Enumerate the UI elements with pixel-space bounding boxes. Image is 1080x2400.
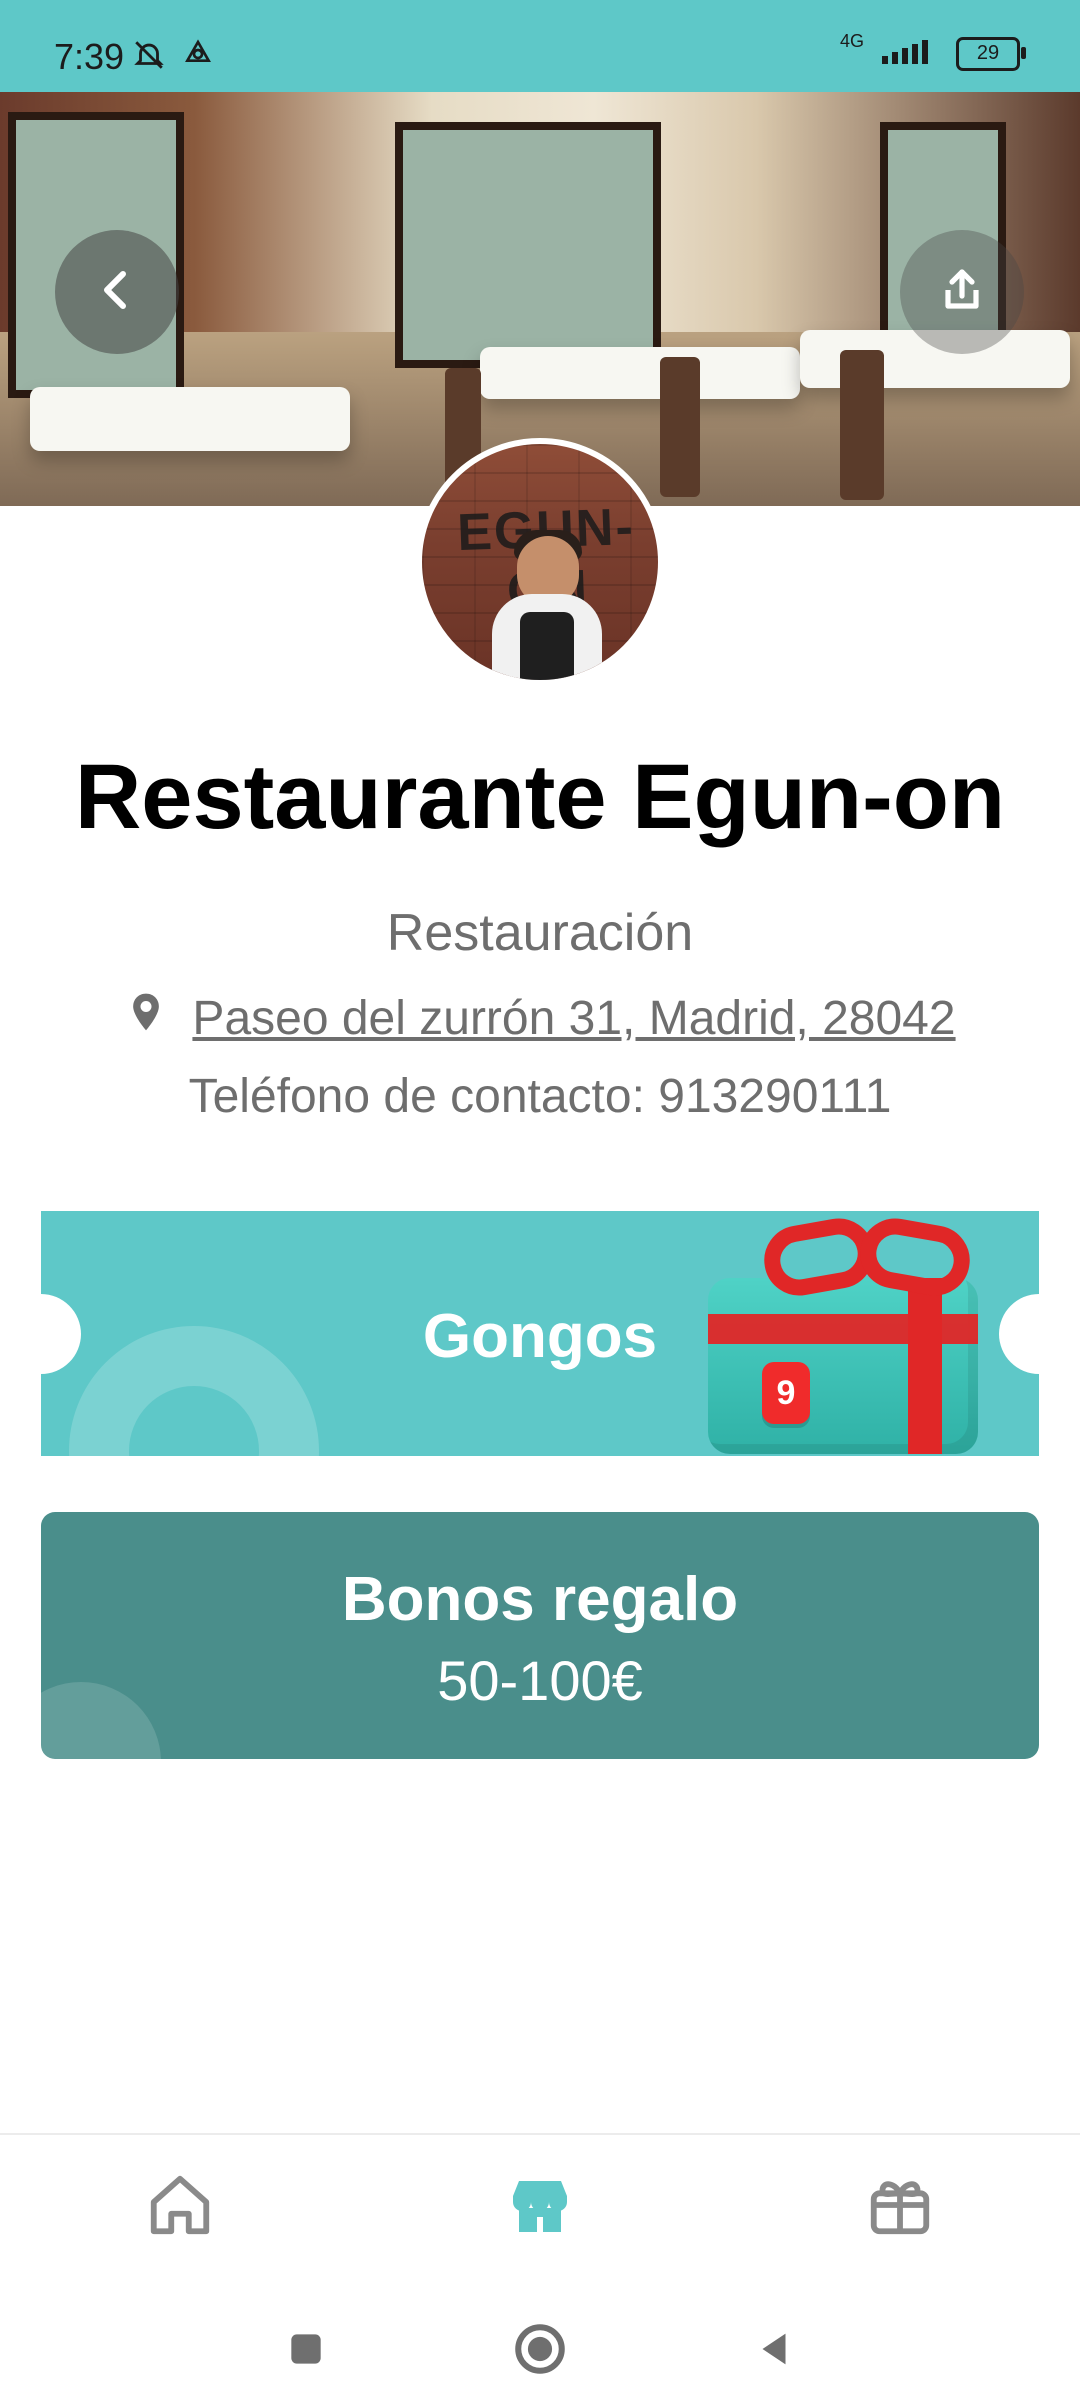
status-time: 7:39: [54, 36, 125, 77]
bottom-tab-bar: [0, 2133, 1080, 2285]
address-row[interactable]: Paseo del zurrón 31, Madrid, 28042: [0, 990, 1080, 1046]
restaurant-avatar: EGUN-ON: [416, 438, 664, 686]
hero-chair: [660, 357, 700, 497]
share-icon: [938, 266, 986, 319]
restaurant-name: Restaurante Egun-on: [74, 746, 1006, 848]
home-system-button[interactable]: [500, 2311, 580, 2391]
back-button[interactable]: [55, 230, 179, 354]
network-label: 4G: [839, 31, 864, 51]
status-icons-left: [132, 38, 214, 77]
home-icon: [145, 2170, 215, 2245]
bonos-title: Bonos regalo: [341, 1565, 739, 1634]
status-bar: 7:39 4G 29: [0, 0, 1080, 92]
location-pin-icon: [124, 990, 168, 1046]
bonos-regalo-card[interactable]: Bonos regalo 50-100€: [41, 1512, 1039, 1759]
hero-chair: [840, 350, 884, 500]
gift-badge: 9: [762, 1362, 810, 1424]
avatar-apron: [520, 612, 574, 680]
square-icon: [284, 2327, 328, 2376]
tab-gifts[interactable]: [840, 2157, 960, 2257]
hero-table: [480, 347, 800, 399]
triangle-back-icon: [751, 2326, 797, 2377]
share-button[interactable]: [900, 230, 1024, 354]
gift-icon: [865, 2170, 935, 2245]
address-link[interactable]: Paseo del zurrón 31, Madrid, 28042: [192, 991, 955, 1046]
status-icons-right: 4G 29: [840, 31, 1026, 71]
battery-level: 29: [976, 42, 1000, 64]
chevron-left-icon: [93, 266, 141, 319]
battery-icon: 29: [956, 36, 1026, 71]
gift-ribbon-vertical: [908, 1278, 942, 1454]
tab-home[interactable]: [120, 2157, 240, 2257]
signal-icon: [880, 36, 940, 71]
recent-apps-button[interactable]: [266, 2311, 346, 2391]
gift-box-illustration: 9: [668, 1212, 1014, 1456]
hero-table: [30, 387, 350, 451]
system-navigation-bar: [0, 2283, 1080, 2400]
contact-phone: Teléfono de contacto: 913290111: [188, 1070, 892, 1123]
tab-store[interactable]: [480, 2157, 600, 2257]
back-system-button[interactable]: [734, 2311, 814, 2391]
bonos-price-range: 50-100€: [437, 1649, 643, 1712]
sync-icon: [182, 38, 214, 77]
circle-icon: [511, 2320, 569, 2383]
restaurant-category: Restauración: [386, 904, 694, 962]
hero-window: [395, 122, 661, 368]
store-icon: [504, 2169, 576, 2246]
mute-bell-icon: [132, 38, 166, 77]
